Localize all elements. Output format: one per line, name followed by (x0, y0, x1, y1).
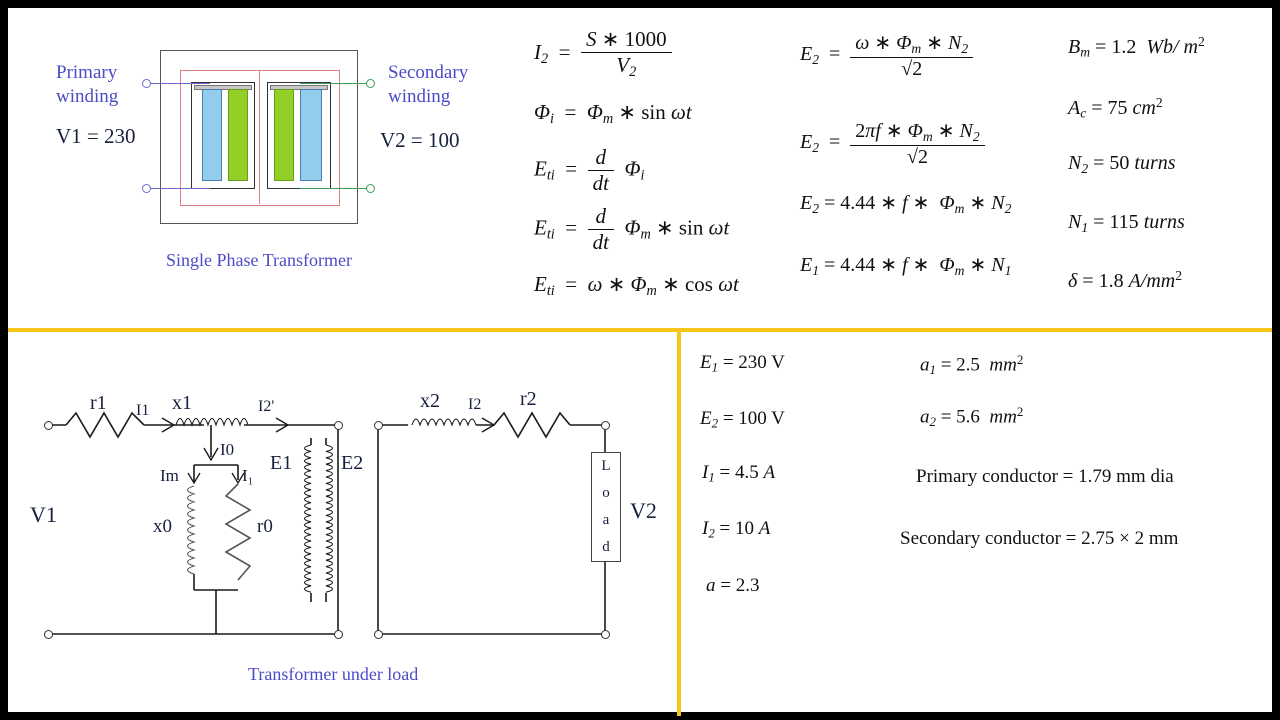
label-i2: I2 (468, 396, 482, 413)
top-black-bar (0, 0, 1280, 8)
primary-coil-outer (228, 89, 248, 181)
primary-terminal-top (142, 79, 151, 88)
result-e1: E1 = 230 V (700, 352, 785, 375)
label-r2: r2 (520, 388, 537, 410)
secondary-winding-label-line1: Secondary (388, 62, 469, 83)
secondary-winding-label-line2: winding (388, 86, 451, 107)
secondary-lead-bottom (300, 188, 370, 190)
circuit-caption: Transformer under load (248, 664, 419, 684)
primary-winding-label-line2: winding (56, 86, 119, 107)
equation-eti-ddt-phim-sin: Eti = d dt Φm ∗ sin ωt (534, 204, 730, 254)
v2-value-label: V2 = 100 (380, 128, 460, 152)
primary-lead-bottom (150, 188, 210, 190)
equation-e1-444: E1 = 4.44 ∗ f ∗ Φm ∗ N1 (800, 254, 1012, 278)
equation-e2-444: E2 = 4.44 ∗ f ∗ Φm ∗ N2 (800, 192, 1012, 216)
label-e2: E2 (341, 452, 364, 474)
left-black-edge (0, 0, 8, 720)
secondary-limb (267, 82, 331, 189)
result-secondary-conductor: Secondary conductor = 2.75 × 2 mm (900, 528, 1179, 549)
result-i2: I2 = 10 A (702, 518, 771, 541)
label-r1: r1 (90, 392, 107, 414)
result-i1: I1 = 4.5 A (702, 462, 776, 485)
label-e1: E1 (270, 452, 293, 474)
right-black-edge (1272, 0, 1280, 720)
secondary-terminal-bottom (366, 184, 375, 193)
node-load-bottom (601, 630, 610, 639)
equation-eti-omega-cos: Eti = ω ∗ Φm ∗ cos ωt (534, 272, 739, 299)
param-delta: δ = 1.8 A/mm2 (1068, 268, 1183, 292)
primary-limb (191, 82, 255, 189)
secondary-lead-top (300, 83, 370, 85)
primary-winding-label-line1: Primary (56, 62, 118, 83)
primary-terminal-bottom (142, 184, 151, 193)
param-ac: Ac = 75 cm2 (1068, 95, 1163, 121)
result-a2: a2 = 5.6 mm2 (920, 404, 1024, 430)
label-x0: x0 (153, 516, 172, 537)
label-v1: V1 (30, 502, 57, 527)
node-load-top (601, 421, 610, 430)
equation-e2-2pif: E2 = 2πf ∗ Φm ∗ N2 √2 (800, 118, 985, 169)
slide-canvas: Primary winding V1 = 230 Secondary windi… (0, 0, 1280, 720)
transformer-figure-caption: Single Phase Transformer (166, 250, 352, 270)
vertical-divider (677, 332, 681, 716)
load-letter-a: a (602, 512, 610, 528)
label-r0: r0 (257, 516, 273, 537)
equivalent-circuit-diagram: L o a d r1 x1 I1 I2' I0 Im I₁ x0 r0 E1 E… (8, 340, 676, 650)
primary-lead-top (150, 83, 210, 85)
param-n2: N2 = 50 turns (1068, 152, 1176, 176)
v1-value-label: V1 = 230 (56, 124, 136, 148)
label-v2: V2 (630, 498, 657, 523)
result-a1: a1 = 2.5 mm2 (920, 352, 1024, 378)
label-i0: I0 (220, 440, 235, 459)
horizontal-divider (8, 328, 1272, 332)
secondary-coil-outer (300, 89, 322, 181)
bottom-black-bar (0, 712, 1280, 720)
node-v1-bottom (44, 630, 53, 639)
node-e2-bottom (374, 630, 383, 639)
param-bm: Bm = 1.2 Wb/ m2 (1068, 34, 1205, 60)
result-a: a = 2.3 (706, 575, 760, 596)
node-v1-top (44, 421, 53, 430)
label-x2: x2 (420, 390, 440, 412)
node-e1-bottom (334, 630, 343, 639)
secondary-terminal-top (366, 79, 375, 88)
label-x1: x1 (172, 392, 192, 414)
label-i1: I1 (136, 402, 150, 419)
label-i2-prime: I2' (258, 398, 275, 415)
load-letter-d: d (602, 539, 610, 555)
label-i-l: I₁ (242, 466, 254, 485)
equation-e2-omega: E2 = ω ∗ Φm ∗ N2 √2 (800, 30, 974, 81)
load-letter-o: o (602, 485, 610, 501)
equation-i2: I2 = S ∗ 1000 V2 (534, 27, 672, 81)
result-primary-conductor: Primary conductor = 1.79 mm dia (916, 466, 1174, 487)
label-im: Im (160, 466, 179, 485)
primary-coil-inner (202, 89, 222, 181)
equation-eti-ddt-phi: Eti = d dt Φi (534, 145, 645, 195)
node-e2-top (374, 421, 383, 430)
secondary-coil-inner (274, 89, 294, 181)
load-box: L o a d (591, 452, 621, 562)
circuit-svg (48, 411, 606, 635)
node-e1-top (334, 421, 343, 430)
result-e2: E2 = 100 V (700, 408, 785, 431)
load-letter-l: L (601, 458, 611, 474)
transformer-core-outline (160, 50, 358, 224)
equation-phi-i: Φi = Φm ∗ sin ωt (534, 100, 692, 127)
transformer-center-divider (259, 70, 261, 204)
param-n1: N1 = 115 turns (1068, 211, 1185, 235)
